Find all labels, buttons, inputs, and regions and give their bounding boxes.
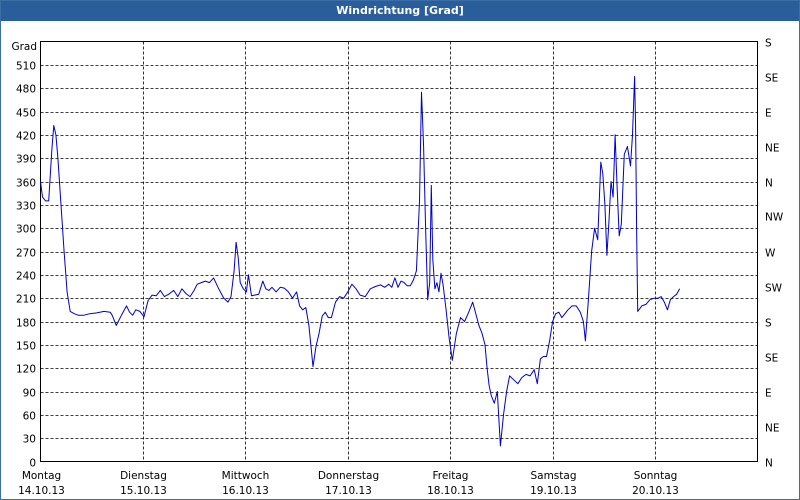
- y-tick-label: 120: [16, 364, 36, 376]
- grid-lines: [40, 41, 758, 462]
- x-date-label: 19.10.13: [530, 485, 577, 497]
- x-day-label: Sonntag: [634, 470, 678, 482]
- compass-tick-label: N: [765, 458, 773, 470]
- compass-tick-label: NE: [765, 143, 780, 155]
- compass-tick-label: E: [765, 108, 772, 120]
- y-tick-label: 180: [16, 318, 36, 330]
- y-tick-label: 60: [23, 411, 36, 423]
- compass-tick-label: W: [765, 248, 776, 260]
- x-day-label: Montag: [22, 470, 61, 482]
- left-axis: 0 30 60 90 120 150 180 210 240 270 300 330 360 390 420…: [11, 41, 37, 470]
- compass-tick-label: NE: [765, 423, 780, 435]
- wind-direction-chart: 0 30 60 90 120 150 180 210 240 270 300 330 360 390 420…: [11, 38, 784, 498]
- y-tick-label: 450: [16, 108, 36, 120]
- x-date-label: 17.10.13: [325, 485, 372, 497]
- y-tick-label: 210: [16, 294, 36, 306]
- compass-tick-label: SW: [765, 283, 783, 295]
- y-tick-label: 360: [16, 178, 36, 190]
- compass-tick-label: SE: [765, 353, 778, 365]
- y-tick-label: 390: [16, 154, 36, 166]
- x-date-label: 20.10.13: [632, 485, 679, 497]
- y-tick-label: 480: [16, 84, 36, 96]
- y-tick-label: 270: [16, 248, 36, 260]
- x-day-label: Freitag: [433, 470, 469, 482]
- y-tick-label: 0: [29, 458, 36, 470]
- compass-tick-label: S: [765, 38, 772, 50]
- x-day-label: Samstag: [530, 470, 576, 482]
- compass-tick-label: NW: [765, 212, 784, 224]
- y-tick-label: 510: [16, 61, 36, 73]
- x-axis: Montag 14.10.13 Dienstag 15.10.13 Mittwoch 16…: [18, 470, 679, 497]
- compass-tick-label: SE: [765, 73, 778, 85]
- y-tick-label: 90: [23, 388, 36, 400]
- x-day-label: Dienstag: [120, 470, 167, 482]
- y-tick-label: 300: [16, 224, 36, 236]
- right-axis: N NE E SE S SW W NW N NE E SE S: [765, 38, 784, 470]
- compass-tick-label: N: [765, 178, 773, 190]
- y-tick-label: 240: [16, 271, 36, 283]
- y-tick-label: 30: [23, 434, 36, 446]
- x-date-label: 18.10.13: [427, 485, 474, 497]
- compass-tick-label: E: [765, 388, 772, 400]
- x-day-label: Mittwoch: [222, 470, 270, 482]
- y-tick-label: 330: [16, 201, 36, 213]
- y-tick-label: 420: [16, 131, 36, 143]
- x-date-label: 14.10.13: [18, 485, 65, 497]
- x-date-label: 16.10.13: [222, 485, 269, 497]
- x-date-label: 15.10.13: [120, 485, 167, 497]
- y-axis-label: Grad: [11, 41, 37, 53]
- y-tick-label: 150: [16, 341, 36, 353]
- plot-area-frame: [40, 41, 758, 462]
- compass-tick-label: S: [765, 318, 772, 330]
- x-day-label: Donnerstag: [318, 470, 379, 482]
- series-layer: [40, 76, 681, 447]
- wind-direction-series-line: [40, 76, 681, 447]
